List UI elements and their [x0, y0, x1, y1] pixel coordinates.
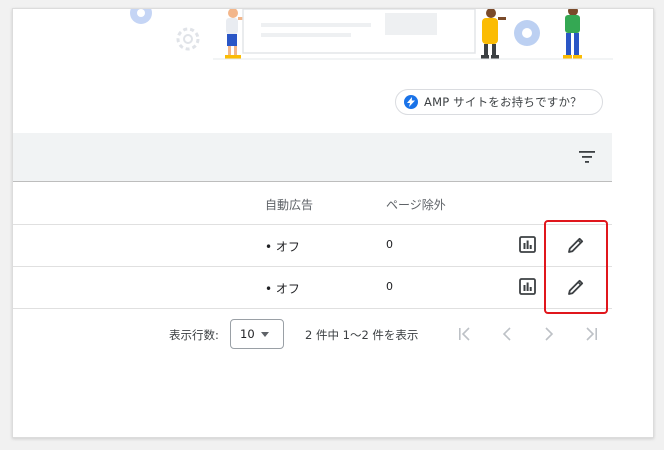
- column-header-page-exclusions[interactable]: ページ除外: [386, 196, 446, 213]
- page-exclusions-count: 0: [386, 238, 393, 251]
- auto-ads-status: • オフ: [265, 282, 300, 296]
- table-column-headers: 自動広告 ページ除外: [13, 181, 612, 225]
- dropdown-caret-icon: [260, 331, 269, 337]
- person-figure: [563, 9, 582, 59]
- page-exclusions-count: 0: [386, 280, 393, 293]
- prev-page-icon[interactable]: [497, 323, 517, 345]
- gear-icon: [176, 27, 200, 51]
- table-toolbar: [13, 133, 612, 181]
- filter-icon[interactable]: [577, 148, 597, 166]
- rows-per-page-label: 表示行数:: [169, 328, 219, 342]
- browser-window-illustration: [242, 9, 476, 54]
- last-page-icon[interactable]: [581, 323, 601, 345]
- pagination-range: 2 件中 1〜2 件を表示: [305, 328, 419, 342]
- edit-column-highlight: [544, 220, 608, 314]
- rows-per-page-select[interactable]: 10: [230, 319, 284, 349]
- column-header-auto-ads[interactable]: 自動広告: [265, 196, 313, 213]
- table-row: • オフ 0: [13, 267, 612, 309]
- amp-chip-label: AMP サイトをお持ちですか？: [424, 95, 582, 109]
- report-icon[interactable]: [519, 236, 536, 253]
- rows-per-page-value: 10: [240, 327, 255, 341]
- person-figure: [481, 9, 506, 59]
- gear-icon: [514, 20, 540, 46]
- amp-sites-chip[interactable]: AMP サイトをお持ちですか？: [395, 89, 603, 115]
- header-illustration: [130, 9, 613, 60]
- first-page-icon[interactable]: [455, 323, 475, 345]
- ads-settings-panel: AMP サイトをお持ちですか？ 自動広告 ページ除外 • オフ 0 • オフ 0…: [12, 8, 654, 438]
- bolt-icon: [404, 95, 418, 109]
- table-row: • オフ 0: [13, 225, 612, 267]
- auto-ads-status: • オフ: [265, 240, 300, 254]
- next-page-icon[interactable]: [539, 323, 559, 345]
- report-icon[interactable]: [519, 278, 536, 295]
